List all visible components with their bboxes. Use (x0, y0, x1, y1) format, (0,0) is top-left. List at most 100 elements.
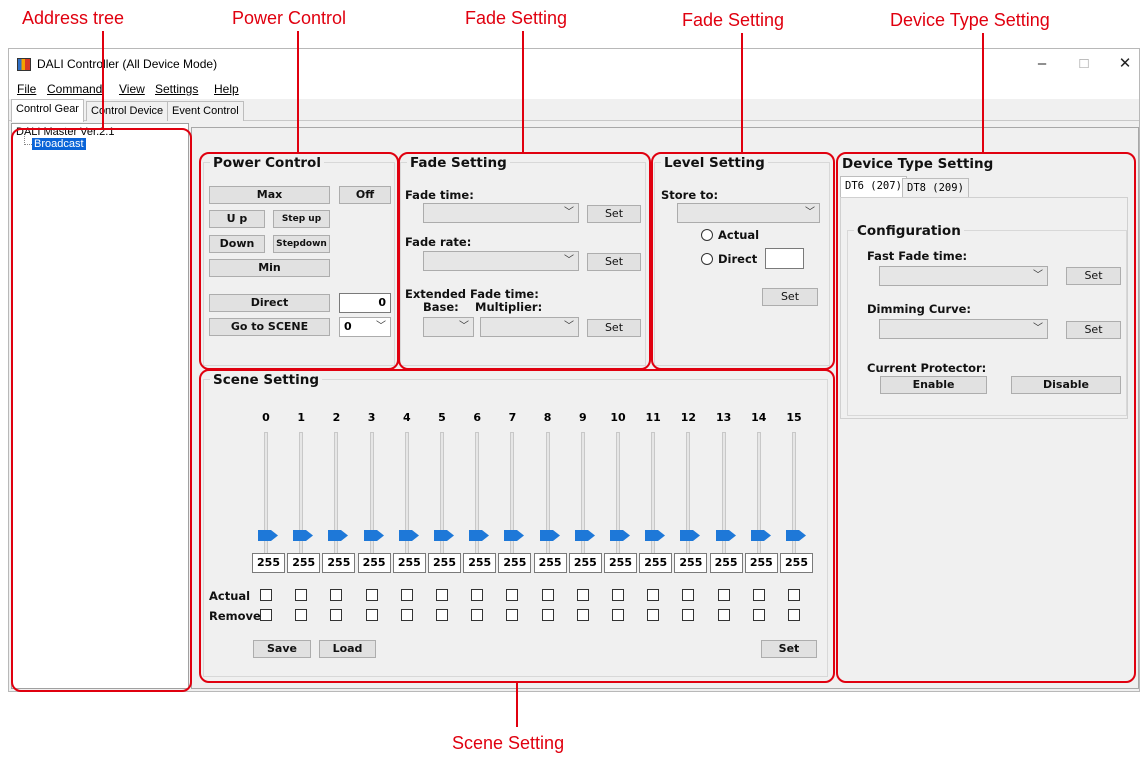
tab-control-gear[interactable]: Control Gear (11, 99, 84, 122)
maximize-button[interactable]: □ (1069, 53, 1099, 75)
tab-control-device[interactable]: Control Device (86, 101, 169, 121)
scene-slider-track[interactable] (756, 432, 761, 570)
step-down-button[interactable]: Stepdown (273, 235, 330, 253)
scene-level-input[interactable]: 255 (357, 553, 391, 573)
scene-actual-checkbox[interactable] (400, 589, 413, 601)
scene-remove-checkbox[interactable] (436, 609, 448, 621)
close-button[interactable]: ✕ (1110, 53, 1140, 75)
scene-save-button[interactable]: Save (253, 640, 311, 658)
scene-level-input[interactable]: 255 (533, 553, 567, 573)
scene-level-input[interactable]: 255 (674, 553, 708, 573)
scene-slider-track[interactable] (651, 432, 656, 570)
scene-slider-thumb[interactable] (469, 530, 490, 541)
scene-actual-checkbox[interactable] (752, 589, 765, 601)
fade-time-select[interactable]: ﹀ (423, 203, 579, 223)
scene-remove-checkbox[interactable] (752, 609, 765, 621)
scene-actual-checkbox[interactable] (330, 589, 343, 601)
scene-slider-track[interactable] (580, 432, 585, 570)
scene-actual-checkbox[interactable] (471, 589, 484, 601)
tree-node-broadcast[interactable]: Broadcast (32, 138, 86, 150)
scene-level-input[interactable]: 255 (709, 553, 743, 573)
scene-actual-checkbox[interactable] (436, 589, 448, 601)
scene-remove-checkbox[interactable] (717, 609, 730, 621)
scene-level-input[interactable]: 255 (639, 553, 673, 573)
max-button[interactable]: Max (209, 186, 330, 204)
scene-actual-checkbox[interactable] (647, 589, 660, 601)
minimize-button[interactable]: – (1027, 53, 1057, 75)
scene-slider-track[interactable] (686, 432, 691, 570)
address-tree[interactable]: DALI Master Ver.2.1 Broadcast (11, 123, 189, 689)
direct-level-input[interactable]: 0 (339, 293, 391, 313)
scene-slider-thumb[interactable] (645, 530, 666, 541)
base-select[interactable]: ﹀ (423, 317, 474, 337)
scene-level-input[interactable]: 255 (744, 553, 778, 573)
scene-slider-thumb[interactable] (434, 530, 454, 541)
fast-fade-select[interactable]: ﹀ (879, 266, 1048, 286)
scene-actual-checkbox[interactable] (260, 589, 272, 601)
min-button[interactable]: Min (209, 259, 330, 277)
multiplier-select[interactable]: ﹀ (480, 317, 579, 337)
menu-help[interactable]: Help (214, 82, 239, 96)
scene-remove-checkbox[interactable] (612, 609, 624, 621)
scene-slider-thumb[interactable] (328, 530, 349, 541)
scene-level-input[interactable]: 255 (568, 553, 602, 573)
scene-remove-checkbox[interactable] (576, 609, 589, 621)
menu-view[interactable]: View (119, 82, 145, 96)
level-set-button[interactable]: Set (762, 288, 818, 306)
scene-slider-track[interactable] (721, 432, 726, 570)
fade-rate-select[interactable]: ﹀ (423, 251, 579, 271)
scene-slider-thumb[interactable] (750, 530, 771, 541)
scene-slider-thumb[interactable] (539, 530, 560, 541)
scene-actual-checkbox[interactable] (682, 589, 695, 601)
scene-slider-track[interactable] (440, 432, 444, 570)
down-button[interactable]: Down (209, 235, 265, 253)
scene-remove-checkbox[interactable] (647, 609, 660, 621)
scene-select[interactable]: 0 ﹀ (339, 317, 391, 337)
go-to-scene-button[interactable]: Go to SCENE (209, 318, 330, 336)
scene-slider-track[interactable] (404, 432, 409, 570)
scene-level-input[interactable]: 255 (287, 553, 321, 573)
fast-fade-set-button[interactable]: Set (1066, 267, 1121, 285)
scene-level-input[interactable]: 255 (498, 553, 532, 573)
scene-remove-checkbox[interactable] (506, 609, 519, 621)
scene-level-input[interactable]: 255 (463, 553, 497, 573)
scene-slider-thumb[interactable] (504, 530, 525, 541)
fade-rate-set-button[interactable]: Set (587, 253, 641, 271)
scene-slider-track[interactable] (264, 432, 268, 570)
scene-level-input[interactable]: 255 (252, 553, 285, 573)
scene-remove-checkbox[interactable] (295, 609, 308, 621)
scene-level-input[interactable]: 255 (392, 553, 426, 573)
scene-set-button[interactable]: Set (761, 640, 817, 658)
actual-radio[interactable] (701, 229, 713, 241)
menu-file[interactable]: File (17, 82, 36, 96)
enable-button[interactable]: Enable (880, 376, 987, 394)
tab-dt6[interactable]: DT6 (207) (840, 176, 907, 198)
off-button[interactable]: Off (339, 186, 391, 204)
extended-fade-set-button[interactable]: Set (587, 319, 641, 337)
dimming-curve-set-button[interactable]: Set (1066, 321, 1121, 339)
scene-remove-checkbox[interactable] (788, 609, 800, 621)
direct-radio[interactable] (701, 253, 713, 265)
scene-load-button[interactable]: Load (319, 640, 376, 658)
scene-remove-checkbox[interactable] (400, 609, 413, 621)
disable-button[interactable]: Disable (1011, 376, 1121, 394)
up-button[interactable]: U p (209, 210, 265, 228)
scene-slider-thumb[interactable] (680, 530, 701, 541)
scene-slider-thumb[interactable] (293, 530, 314, 541)
menu-settings[interactable]: Settings (155, 82, 198, 96)
scene-slider-thumb[interactable] (574, 530, 595, 541)
scene-slider-thumb[interactable] (786, 530, 806, 541)
level-direct-input[interactable] (765, 248, 804, 269)
scene-slider-thumb[interactable] (715, 530, 736, 541)
scene-actual-checkbox[interactable] (506, 589, 519, 601)
scene-remove-checkbox[interactable] (541, 609, 554, 621)
scene-level-input[interactable]: 255 (322, 553, 356, 573)
scene-remove-checkbox[interactable] (260, 609, 272, 621)
direct-button[interactable]: Direct (209, 294, 330, 312)
scene-level-input[interactable]: 255 (780, 553, 813, 573)
scene-slider-thumb[interactable] (610, 530, 630, 541)
scene-actual-checkbox[interactable] (365, 589, 378, 601)
scene-slider-track[interactable] (510, 432, 515, 570)
scene-slider-thumb[interactable] (258, 530, 278, 541)
scene-slider-track[interactable] (545, 432, 550, 570)
